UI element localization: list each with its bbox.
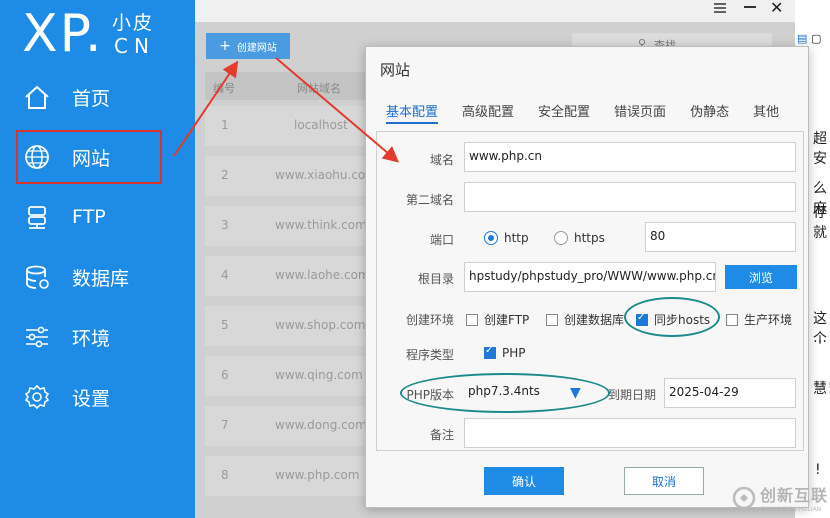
watermark-subtext: CHUANGXIN HULIAN [760,506,822,513]
watermark: 创新互联 CHUANGXIN HULIAN [732,482,828,513]
annotation-arrows [173,57,400,163]
watermark-logo-icon [732,486,756,509]
watermark-text: 创新互联 [760,486,829,505]
